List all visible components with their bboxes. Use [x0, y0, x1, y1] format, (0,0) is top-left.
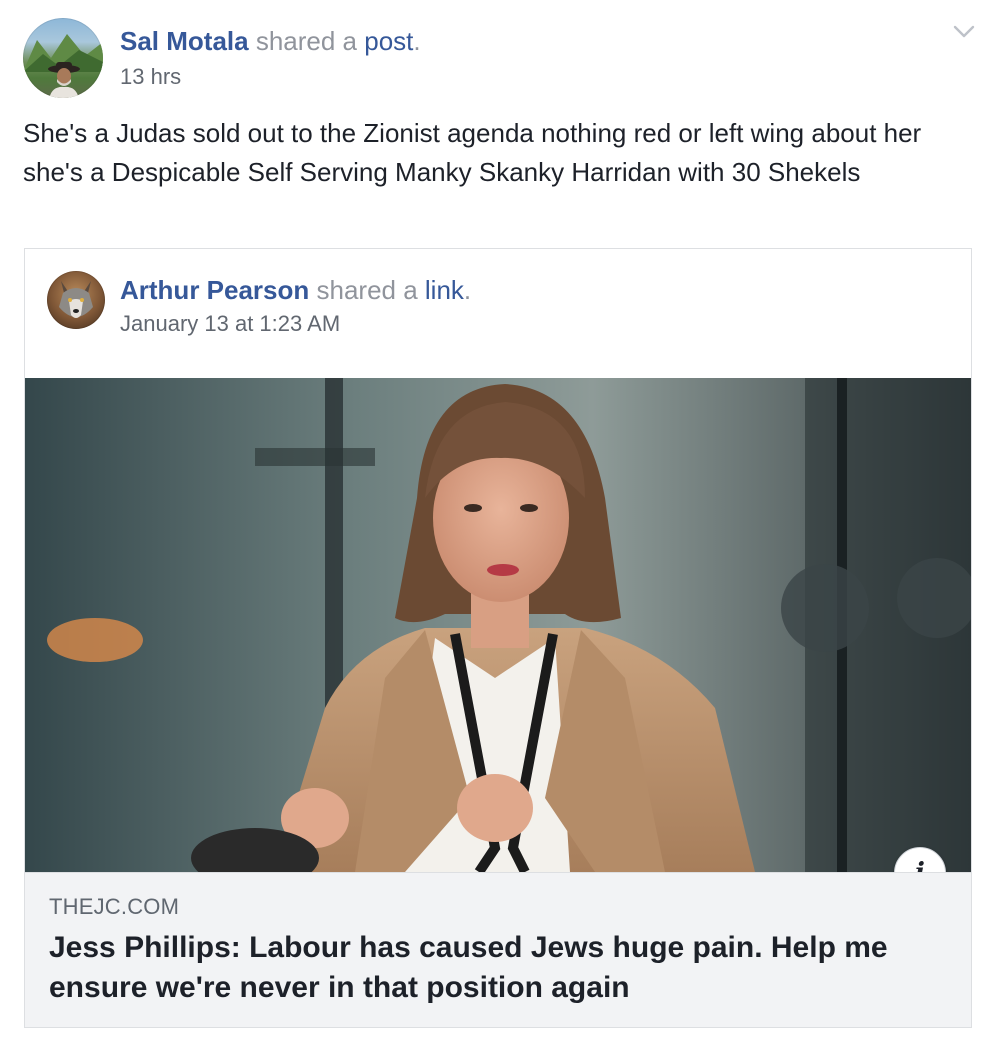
author-name-link[interactable]: Sal Motala [120, 26, 249, 56]
shared-action-text: shared a [309, 275, 425, 305]
shared-post-card: Arthur Pearson shared a link. January 13… [24, 248, 972, 1028]
shared-post-timestamp[interactable]: January 13 at 1:23 AM [120, 310, 340, 338]
shared-author-avatar[interactable] [47, 271, 105, 329]
link-preview-meta[interactable]: THEJC.COM Jess Phillips: Labour has caus… [25, 872, 971, 1027]
link-domain: THEJC.COM [49, 894, 180, 919]
shared-link-word[interactable]: link [425, 275, 464, 305]
avatar-person-graphic [48, 62, 80, 98]
chevron-down-icon[interactable] [953, 24, 975, 40]
action-text: shared a [248, 26, 365, 56]
post-timestamp[interactable]: 13 hrs [120, 63, 181, 91]
shared-object-link[interactable]: post [364, 26, 413, 56]
shared-author-name-link[interactable]: Arthur Pearson [120, 275, 309, 305]
author-avatar[interactable] [23, 18, 103, 98]
post-header: Sal Motala shared a post. [120, 24, 421, 58]
shared-action-suffix: . [463, 275, 472, 305]
avatar-wolf-graphic [59, 281, 93, 318]
post-body-text: She's a Judas sold out to the Zionist ag… [23, 118, 922, 187]
action-suffix: . [413, 26, 421, 56]
feed-post: Sal Motala shared a post. 13 hrs She's a… [0, 0, 984, 1038]
link-title[interactable]: Jess Phillips: Labour has caused Jews hu… [49, 928, 949, 1008]
photo-woman-speaking [25, 378, 971, 872]
link-preview-image[interactable] [25, 378, 971, 872]
shared-post-header: Arthur Pearson shared a link. [120, 273, 471, 307]
